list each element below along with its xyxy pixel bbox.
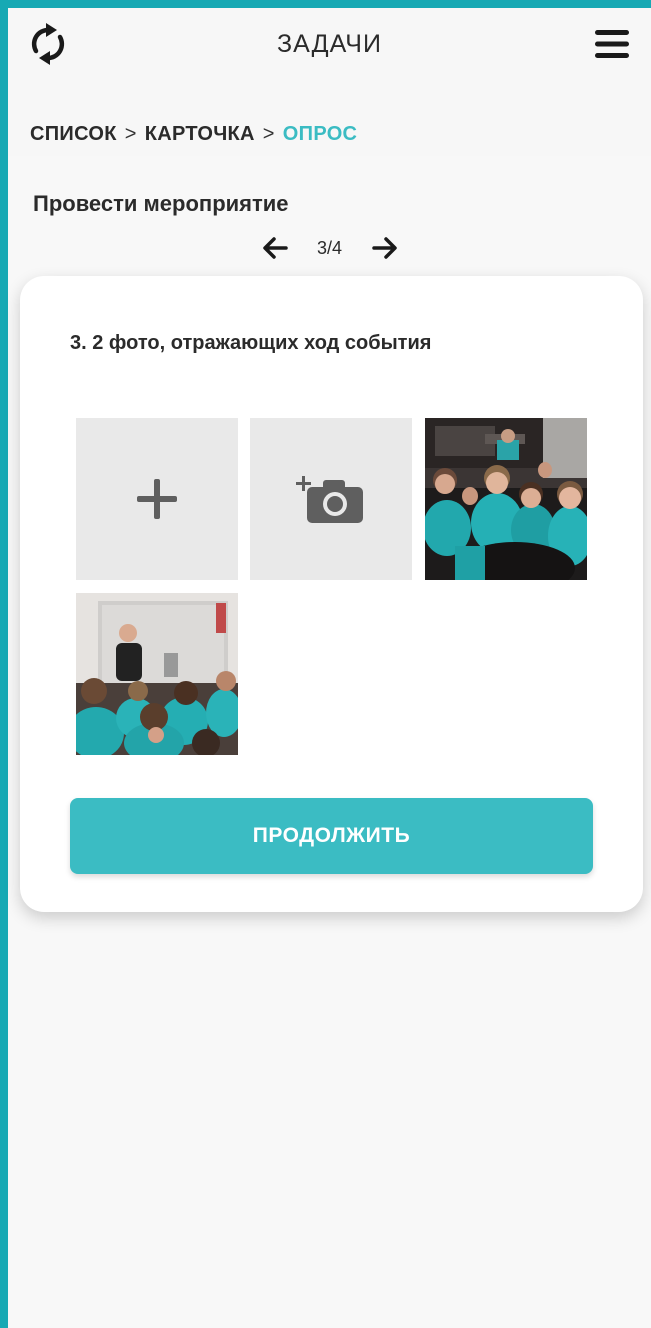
app-screen: ЗАДАЧИ СПИСОК > КАРТОЧКА > ОПРОС Провест… — [8, 8, 651, 1328]
survey-card: 3. 2 фото, отражающих ход события ПРОДОЛ… — [20, 276, 643, 912]
prev-page-button[interactable] — [260, 233, 290, 263]
plus-icon — [137, 479, 177, 519]
event-photo-speaker — [76, 593, 238, 755]
arrow-left-icon — [262, 237, 288, 259]
continue-button[interactable]: ПРОДОЛЖИТЬ — [70, 798, 593, 874]
event-photo-audience — [425, 418, 587, 580]
breadcrumb-item-survey: ОПРОС — [282, 122, 358, 145]
breadcrumb-separator: > — [262, 122, 275, 145]
task-title: Провести мероприятие — [33, 191, 289, 216]
page-counter: 3/4 — [316, 237, 343, 258]
photo-thumbnail[interactable] — [425, 418, 587, 580]
photo-thumbnail[interactable] — [76, 593, 238, 755]
breadcrumb: СПИСОК > КАРТОЧКА > ОПРОС — [30, 114, 357, 154]
take-photo-button[interactable] — [250, 418, 412, 580]
pager: 3/4 — [8, 230, 651, 266]
arrow-right-icon — [371, 237, 397, 259]
hamburger-menu-icon — [595, 30, 629, 58]
breadcrumb-separator: > — [124, 122, 137, 145]
top-bar: ЗАДАЧИ — [8, 8, 651, 96]
breadcrumb-item-list[interactable]: СПИСОК — [30, 123, 117, 146]
next-page-button[interactable] — [370, 233, 400, 263]
breadcrumb-item-card[interactable]: КАРТОЧКА — [145, 123, 255, 146]
question-label: 3. 2 фото, отражающих ход события — [70, 332, 432, 354]
page-title: ЗАДАЧИ — [277, 30, 382, 58]
menu-button[interactable] — [592, 24, 632, 64]
add-photo-button[interactable] — [76, 418, 238, 580]
add-camera-icon — [296, 476, 363, 523]
